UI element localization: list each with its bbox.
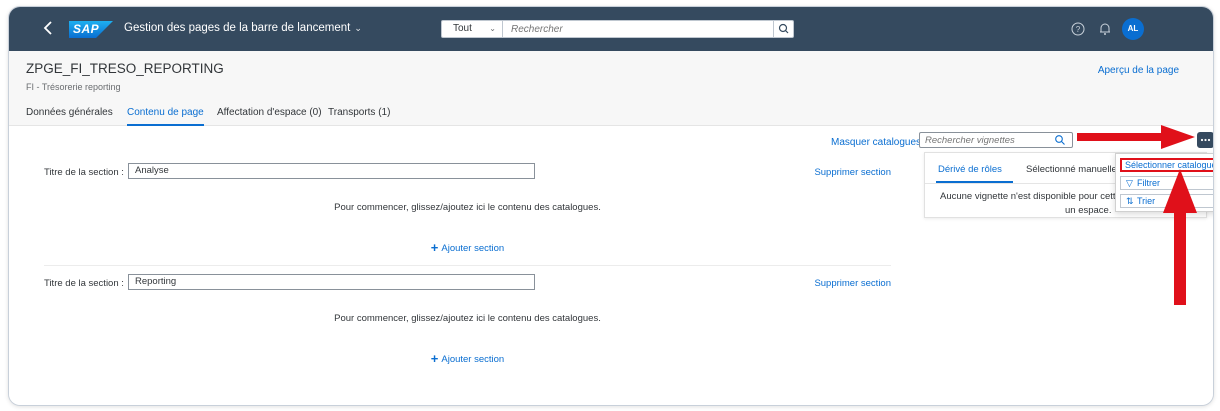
search-button[interactable] bbox=[773, 21, 793, 37]
section-title-input[interactable]: Reporting bbox=[128, 274, 535, 290]
shell-bar: SAP Gestion des pages de la barre de lan… bbox=[9, 7, 1213, 51]
tab-space-assignment[interactable]: Affectation d'espace (0) bbox=[217, 107, 322, 124]
section-title-input[interactable]: Analyse bbox=[128, 163, 535, 179]
hide-catalogs-link[interactable]: Masquer catalogues bbox=[831, 137, 921, 148]
logo-text: SAP bbox=[73, 22, 100, 36]
delete-section-link[interactable]: Supprimer section bbox=[814, 167, 891, 178]
section-reporting: Titre de la section : Reporting Supprime… bbox=[44, 274, 891, 378]
more-options-button[interactable] bbox=[1197, 132, 1213, 148]
svg-text:?: ? bbox=[1076, 25, 1081, 34]
object-header: ZPGE_FI_TRESO_REPORTING FI - Trésorerie … bbox=[9, 51, 1213, 126]
app-title-menu[interactable]: Gestion des pages de la barre de lanceme… bbox=[124, 22, 362, 34]
plus-icon: + bbox=[430, 240, 439, 255]
preview-page-link[interactable]: Aperçu de la page bbox=[1098, 65, 1179, 76]
filter-icon: ▽ bbox=[1126, 178, 1133, 188]
tile-search-input[interactable] bbox=[925, 134, 1045, 146]
section-drop-hint: Pour commencer, glissez/ajoutez ici le c… bbox=[334, 313, 601, 324]
chevron-down-icon: ⌄ bbox=[489, 24, 496, 33]
app-title: Gestion des pages de la barre de lanceme… bbox=[124, 22, 351, 34]
no-tiles-message-cont: un espace. bbox=[1065, 205, 1112, 216]
tile-search-field bbox=[919, 132, 1073, 148]
search-scope-value: Tout bbox=[453, 23, 472, 34]
tab-transports[interactable]: Transports (1) bbox=[328, 107, 390, 124]
chevron-down-icon: ⌄ bbox=[354, 23, 362, 33]
tab-general-data[interactable]: Données générales bbox=[26, 107, 113, 124]
shell-search: Tout ⌄ bbox=[441, 20, 794, 38]
add-section-button[interactable]: + Ajouter section bbox=[44, 240, 891, 255]
add-section-label: Ajouter section bbox=[441, 243, 505, 254]
avatar[interactable]: AL bbox=[1122, 18, 1144, 40]
page-subtitle: FI - Trésorerie reporting bbox=[26, 82, 121, 92]
section-divider bbox=[44, 265, 891, 266]
annotation-arrow-right-icon bbox=[1077, 125, 1195, 149]
add-section-button[interactable]: + Ajouter section bbox=[44, 351, 891, 366]
menu-item-filter-label: Filtrer bbox=[1137, 178, 1160, 188]
section-drop-hint: Pour commencer, glissez/ajoutez ici le c… bbox=[334, 202, 601, 213]
search-icon bbox=[778, 23, 789, 34]
section-title-label: Titre de la section : bbox=[44, 167, 124, 178]
help-icon[interactable]: ? bbox=[1070, 21, 1086, 37]
search-icon[interactable] bbox=[1054, 134, 1066, 146]
page-content: Masquer catalogues Titre de la section :… bbox=[9, 126, 1213, 405]
sort-icon: ⇅ bbox=[1126, 196, 1134, 206]
annotation-arrow-up-icon bbox=[1163, 169, 1197, 305]
add-section-label: Ajouter section bbox=[441, 354, 505, 365]
page-title: ZPGE_FI_TRESO_REPORTING bbox=[26, 61, 224, 76]
tab-derived-from-roles[interactable]: Dérivé de rôles bbox=[938, 164, 1002, 175]
back-icon[interactable] bbox=[39, 18, 59, 38]
tab-manually-selected[interactable]: Sélectionné manuellem bbox=[1026, 164, 1125, 175]
overflow-icon bbox=[1200, 138, 1211, 142]
app-window: SAP Gestion des pages de la barre de lan… bbox=[8, 6, 1214, 406]
plus-icon: + bbox=[430, 351, 439, 366]
delete-section-link[interactable]: Supprimer section bbox=[814, 278, 891, 289]
tab-page-content[interactable]: Contenu de page bbox=[127, 107, 204, 126]
bell-icon[interactable] bbox=[1097, 21, 1113, 37]
sap-logo[interactable]: SAP bbox=[69, 21, 113, 38]
section-analyse: Titre de la section : Analyse Supprimer … bbox=[44, 163, 891, 267]
section-title-label: Titre de la section : bbox=[44, 278, 124, 289]
search-input[interactable] bbox=[511, 22, 761, 36]
no-tiles-message: Aucune vignette n'est disponible pour ce… bbox=[940, 191, 1135, 202]
search-scope-select[interactable]: Tout ⌄ bbox=[442, 21, 503, 37]
menu-item-sort-label: Trier bbox=[1137, 196, 1156, 206]
